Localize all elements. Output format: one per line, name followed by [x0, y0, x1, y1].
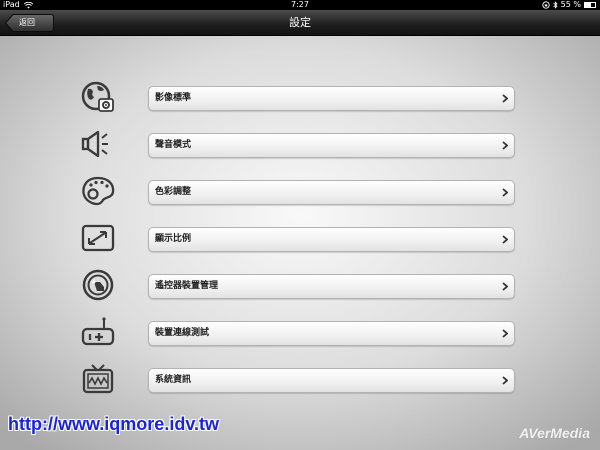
- tv-info-icon: [82, 364, 114, 394]
- back-button-label: 返回: [19, 18, 35, 27]
- speaker-icon: [81, 130, 108, 158]
- brand-logo: AVerMedia: [519, 425, 590, 441]
- menu-item-label: 聲音模式: [155, 140, 192, 150]
- bluetooth-icon: [552, 1, 558, 9]
- menu-item-color-adjustment[interactable]: 色彩調整: [148, 180, 515, 205]
- back-button[interactable]: 返回: [5, 14, 54, 32]
- menu-item-remote-device-management[interactable]: 遙控器裝置管理: [148, 274, 515, 299]
- battery-icon: [584, 2, 596, 8]
- chevron-right-icon: [502, 282, 508, 291]
- battery-percent: 55 %: [560, 0, 581, 9]
- menu-item-label: 遙控器裝置管理: [155, 281, 219, 291]
- rotation-lock-icon: [542, 1, 550, 9]
- menu-item-aspect-ratio[interactable]: 顯示比例: [148, 227, 515, 252]
- color-palette-icon: [82, 176, 115, 206]
- menu-item-label: 系統資訊: [155, 375, 192, 385]
- globe-settings-icon: [81, 81, 114, 112]
- aspect-ratio-icon: [81, 224, 115, 252]
- chevron-right-icon: [502, 376, 508, 385]
- navigation-bar: 設定 返回: [0, 10, 600, 36]
- menu-item-label: 影像標準: [155, 93, 192, 103]
- chevron-right-icon: [502, 188, 508, 197]
- menu-item-label: 色彩調整: [155, 187, 192, 197]
- menu-item-label: 裝置連線測試: [155, 328, 210, 338]
- chevron-right-icon: [502, 94, 508, 103]
- status-bar: iPad 7:27 55 %: [0, 0, 600, 10]
- chevron-right-icon: [502, 235, 508, 244]
- battery-level: [585, 3, 591, 7]
- chevron-right-icon: [502, 141, 508, 150]
- menu-item-sound-mode[interactable]: 聲音模式: [148, 133, 515, 158]
- menu-item-video-standard[interactable]: 影像標準: [148, 86, 515, 111]
- watermark-url: http://www.iqmore.idv.tw: [8, 414, 219, 434]
- status-time: 7:27: [291, 0, 309, 9]
- chevron-right-icon: [502, 329, 508, 338]
- page-title: 設定: [289, 16, 311, 29]
- menu-item-connection-test[interactable]: 裝置連線測試: [148, 321, 515, 346]
- menu-item-system-info[interactable]: 系統資訊: [148, 368, 515, 393]
- remote-device-icon: [82, 269, 114, 301]
- menu-item-label: 顯示比例: [155, 234, 192, 244]
- device-connection-icon: [81, 317, 115, 346]
